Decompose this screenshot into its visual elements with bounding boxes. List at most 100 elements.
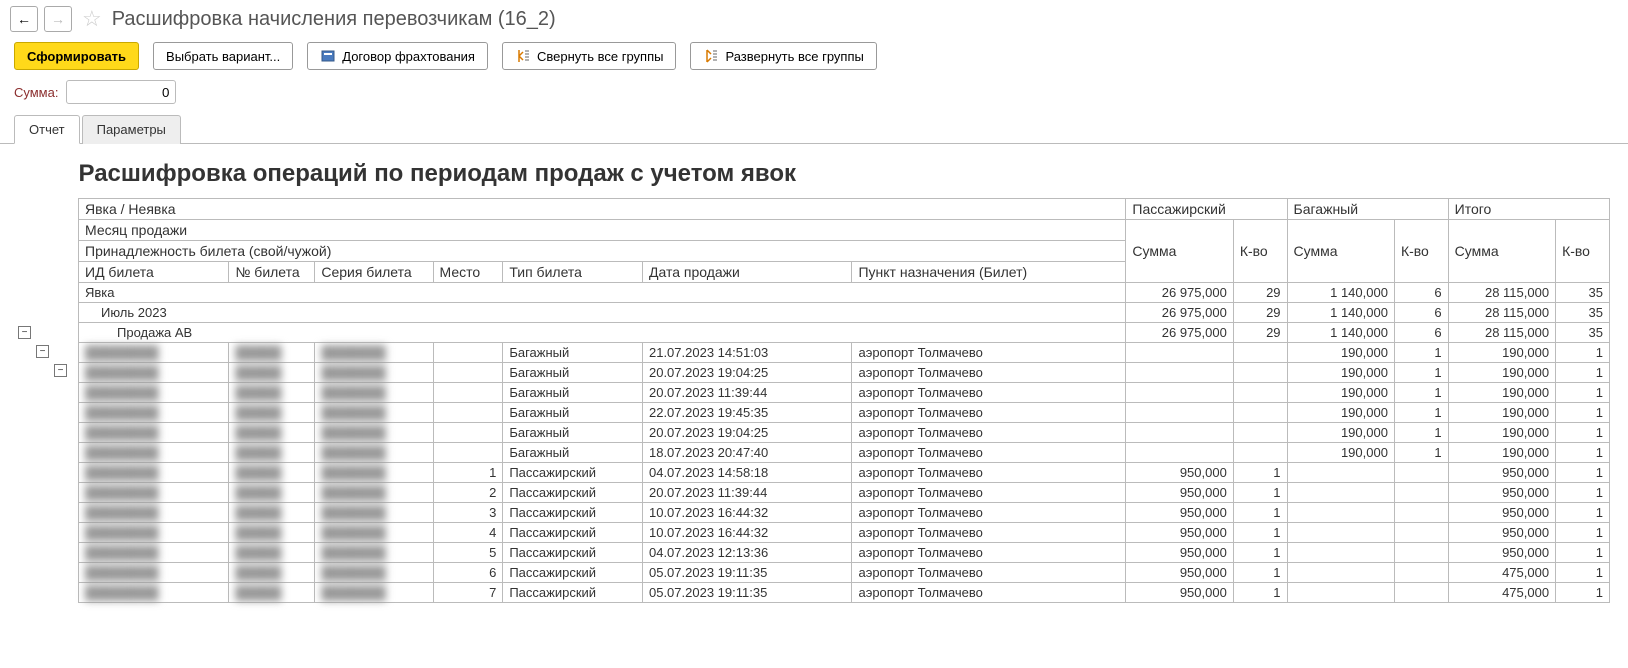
- col-tsum: Сумма: [1448, 220, 1555, 283]
- cell-tcnt: 1: [1556, 403, 1610, 423]
- header-row3: Принадлежность билета (свой/чужой): [79, 241, 1126, 262]
- cell-ticket-id: ████████: [79, 403, 229, 423]
- cell-psum: [1126, 423, 1233, 443]
- cell-dest: аэропорт Толмачево: [852, 383, 1126, 403]
- cell-ticket-num: █████: [229, 403, 315, 423]
- cell-type: Багажный: [503, 403, 643, 423]
- cell-ticket-id: ████████: [79, 443, 229, 463]
- charter-contract-button[interactable]: Договор фрахтования: [307, 42, 488, 70]
- cell-tcnt: 1: [1556, 383, 1610, 403]
- table-row[interactable]: ████████████████████4Пассажирский10.07.2…: [79, 523, 1610, 543]
- cell-ticket-num: █████: [229, 483, 315, 503]
- report-title: Расшифровка операций по периодам продаж …: [79, 154, 1610, 199]
- cell-seat: [433, 423, 503, 443]
- cell-seat: 1: [433, 463, 503, 483]
- cell-ticket-series: ███████: [315, 403, 433, 423]
- cell-pcnt: 1: [1233, 463, 1287, 483]
- tree-toggle-level1[interactable]: −: [18, 326, 31, 339]
- collapse-icon: [515, 48, 531, 64]
- cell-pcnt: [1233, 443, 1287, 463]
- cell-type: Пассажирский: [503, 543, 643, 563]
- cell-date: 04.07.2023 12:13:36: [642, 543, 851, 563]
- cell-ticket-series: ███████: [315, 543, 433, 563]
- table-row[interactable]: ████████████████████Багажный20.07.2023 1…: [79, 383, 1610, 403]
- cell-bcnt: 1: [1394, 443, 1448, 463]
- cell-psum: 950,000: [1126, 563, 1233, 583]
- table-row[interactable]: ████████████████████Багажный20.07.2023 1…: [79, 423, 1610, 443]
- col-seat: Место: [433, 262, 503, 283]
- sum-input[interactable]: [66, 80, 176, 104]
- cell-bcnt: [1394, 563, 1448, 583]
- cell-tcnt: 1: [1556, 363, 1610, 383]
- cell-pcnt: 29: [1233, 283, 1287, 303]
- cell-bsum: [1287, 463, 1394, 483]
- cell-tcnt: 1: [1556, 463, 1610, 483]
- cell-bsum: [1287, 523, 1394, 543]
- cell-ticket-id: ████████: [79, 363, 229, 383]
- tree-toggle-level3[interactable]: −: [54, 364, 67, 377]
- table-row[interactable]: ████████████████████6Пассажирский05.07.2…: [79, 563, 1610, 583]
- cell-psum: [1126, 363, 1233, 383]
- table-row[interactable]: ████████████████████Багажный21.07.2023 1…: [79, 343, 1610, 363]
- table-row[interactable]: ████████████████████5Пассажирский04.07.2…: [79, 543, 1610, 563]
- table-row[interactable]: ████████████████████2Пассажирский20.07.2…: [79, 483, 1610, 503]
- col-ticket-num: № билета: [229, 262, 315, 283]
- cell-bcnt: 1: [1394, 363, 1448, 383]
- cell-dest: аэропорт Толмачево: [852, 343, 1126, 363]
- cell-dest: аэропорт Толмачево: [852, 423, 1126, 443]
- cell-ticket-num: █████: [229, 563, 315, 583]
- cell-tcnt: 1: [1556, 343, 1610, 363]
- tab-report[interactable]: Отчет: [14, 115, 80, 144]
- cell-ticket-series: ███████: [315, 443, 433, 463]
- cell-date: 10.07.2023 16:44:32: [642, 523, 851, 543]
- tab-params[interactable]: Параметры: [82, 115, 181, 144]
- expand-all-button[interactable]: Развернуть все группы: [690, 42, 876, 70]
- cell-psum: [1126, 443, 1233, 463]
- cell-dest: аэропорт Толмачево: [852, 503, 1126, 523]
- select-variant-button[interactable]: Выбрать вариант...: [153, 42, 293, 70]
- cell-ticket-num: █████: [229, 363, 315, 383]
- group-label: Явка: [79, 283, 1126, 303]
- forward-button[interactable]: →: [44, 6, 72, 32]
- cell-ticket-num: █████: [229, 583, 315, 603]
- cell-ticket-num: █████: [229, 463, 315, 483]
- cell-ticket-num: █████: [229, 503, 315, 523]
- cell-psum: 26 975,000: [1126, 323, 1233, 343]
- generate-button[interactable]: Сформировать: [14, 42, 139, 70]
- cell-bsum: 190,000: [1287, 403, 1394, 423]
- cell-tcnt: 1: [1556, 503, 1610, 523]
- group-row[interactable]: Явка26 975,000291 140,000628 115,00035: [79, 283, 1610, 303]
- table-row[interactable]: ████████████████████3Пассажирский10.07.2…: [79, 503, 1610, 523]
- document-icon: [320, 48, 336, 64]
- table-row[interactable]: ████████████████████Багажный20.07.2023 1…: [79, 363, 1610, 383]
- favorite-star-icon[interactable]: ☆: [82, 6, 102, 32]
- col-baggage: Багажный: [1287, 199, 1448, 220]
- table-row[interactable]: ████████████████████7Пассажирский05.07.2…: [79, 583, 1610, 603]
- col-psum: Сумма: [1126, 220, 1233, 283]
- collapse-all-label: Свернуть все группы: [537, 49, 663, 64]
- cell-ticket-num: █████: [229, 443, 315, 463]
- table-row[interactable]: ████████████████████Багажный22.07.2023 1…: [79, 403, 1610, 423]
- cell-type: Багажный: [503, 343, 643, 363]
- cell-ticket-id: ████████: [79, 483, 229, 503]
- header-row2: Месяц продажи: [79, 220, 1126, 241]
- back-button[interactable]: ←: [10, 6, 38, 32]
- cell-psum: 950,000: [1126, 463, 1233, 483]
- table-row[interactable]: ████████████████████1Пассажирский04.07.2…: [79, 463, 1610, 483]
- cell-type: Багажный: [503, 443, 643, 463]
- cell-tsum: 28 115,000: [1448, 323, 1555, 343]
- cell-tsum: 950,000: [1448, 543, 1555, 563]
- cell-ticket-series: ███████: [315, 383, 433, 403]
- cell-dest: аэропорт Толмачево: [852, 403, 1126, 423]
- tree-toggle-level2[interactable]: −: [36, 345, 49, 358]
- cell-tcnt: 35: [1556, 283, 1610, 303]
- table-row[interactable]: ████████████████████Багажный18.07.2023 2…: [79, 443, 1610, 463]
- cell-tsum: 950,000: [1448, 503, 1555, 523]
- cell-tcnt: 1: [1556, 583, 1610, 603]
- collapse-all-button[interactable]: Свернуть все группы: [502, 42, 676, 70]
- group-row[interactable]: Продажа АВ26 975,000291 140,000628 115,0…: [79, 323, 1610, 343]
- cell-ticket-id: ████████: [79, 423, 229, 443]
- cell-type: Пассажирский: [503, 523, 643, 543]
- group-row[interactable]: Июль 202326 975,000291 140,000628 115,00…: [79, 303, 1610, 323]
- cell-date: 05.07.2023 19:11:35: [642, 583, 851, 603]
